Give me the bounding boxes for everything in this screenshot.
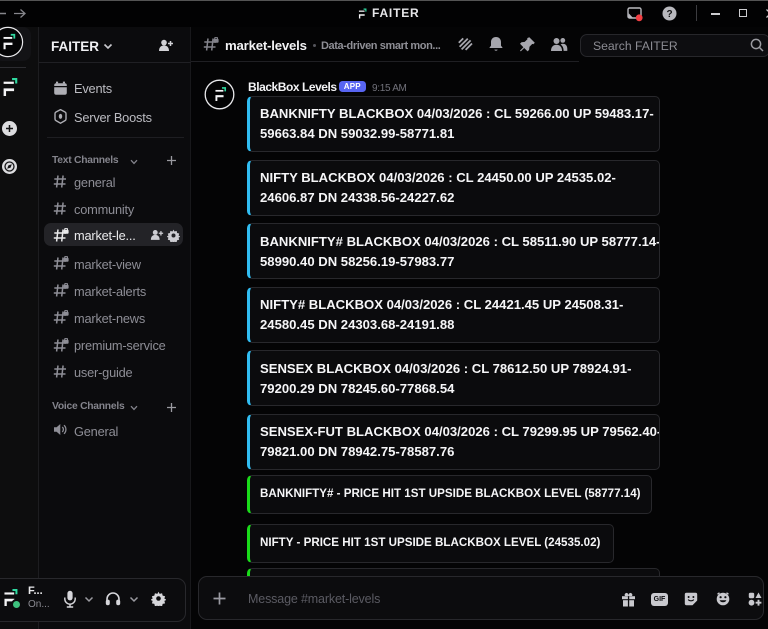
svg-text:?: ? xyxy=(666,9,672,20)
